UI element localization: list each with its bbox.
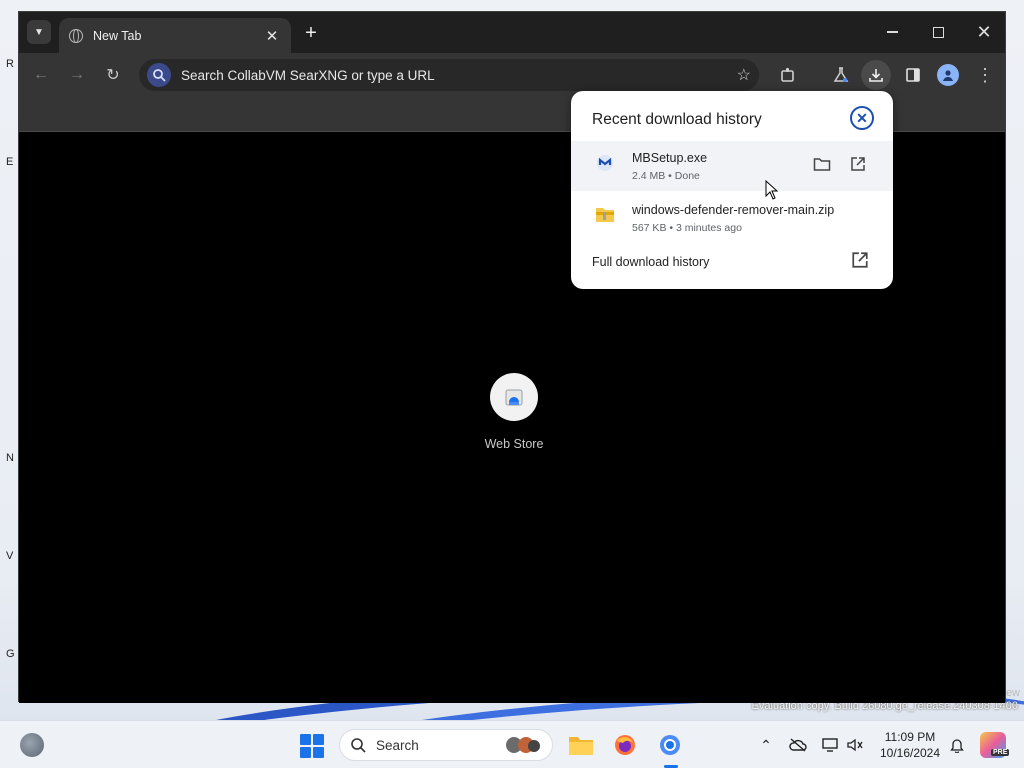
maximize-icon <box>932 26 944 38</box>
bookmark-star-icon[interactable]: ☆ <box>737 65 751 85</box>
profile-button[interactable] <box>936 63 960 87</box>
download-item[interactable]: MBSetup.exe 2.4 MB • Done <box>571 141 893 191</box>
side-panel-icon[interactable] <box>901 63 925 87</box>
system-clock[interactable]: 11:09 PM 10/16/2024 <box>872 729 948 761</box>
download-file-name: windows-defender-remover-main.zip <box>632 203 835 217</box>
open-external-icon[interactable] <box>847 153 869 175</box>
clock-date: 10/16/2024 <box>879 746 941 760</box>
desktop-icon-label: R <box>6 58 14 70</box>
tab-new-tab[interactable]: New Tab ✕ <box>59 18 291 53</box>
search-engine-icon <box>147 63 171 87</box>
taskbar-search[interactable]: Search <box>339 729 553 761</box>
web-store-icon <box>490 373 538 421</box>
download-file-meta: 2.4 MB • Done <box>632 170 700 182</box>
notification-bell-icon[interactable] <box>947 735 967 755</box>
start-windows-icon[interactable] <box>300 734 324 758</box>
chrome-icon[interactable] <box>656 731 684 759</box>
minimize-button[interactable] <box>869 18 915 46</box>
file-explorer-icon[interactable] <box>567 731 595 759</box>
shortcut-web-store[interactable]: Web Store <box>479 373 549 451</box>
open-external-icon[interactable] <box>851 251 873 273</box>
chevron-up-icon[interactable]: ⌃ <box>756 735 776 755</box>
full-download-history-link[interactable]: Full download history <box>592 255 709 269</box>
address-bar[interactable]: Search CollabVM SearXNG or type a URL ☆ <box>139 59 759 91</box>
tab-close-icon[interactable]: ✕ <box>263 27 281 45</box>
download-file-name: MBSetup.exe <box>632 151 708 165</box>
tab-strip: ▼ New Tab ✕ + ✕ <box>19 12 1005 53</box>
desktop-icon-label: G <box>6 648 15 660</box>
download-history-popup: Recent download history ✕ MBSetup.exe 2.… <box>571 91 893 289</box>
forward-arrow-icon[interactable]: → <box>65 63 89 87</box>
maximize-button[interactable] <box>915 18 961 46</box>
malwarebytes-icon <box>595 153 615 173</box>
download-item[interactable]: windows-defender-remover-main.zip 567 KB… <box>571 193 893 243</box>
firefox-icon[interactable] <box>611 731 639 759</box>
tab-search-chevron-icon[interactable]: ▼ <box>27 20 51 44</box>
close-window-icon[interactable]: ✕ <box>961 18 1007 46</box>
desktop-icon-label: N <box>6 452 14 464</box>
globe-icon <box>69 28 83 43</box>
close-circle-icon[interactable]: ✕ <box>850 106 874 130</box>
profile-avatar-icon <box>937 64 959 86</box>
cloud-off-icon[interactable] <box>788 735 808 755</box>
shortcut-label: Web Store <box>484 437 544 451</box>
search-icon <box>351 738 366 753</box>
download-file-meta: 567 KB • 3 minutes ago <box>632 222 742 234</box>
taskbar-search-label: Search <box>376 737 419 753</box>
desktop-icon-label: V <box>6 550 14 562</box>
desktop-icons-edge: R E N V G <box>0 40 18 680</box>
zip-folder-icon <box>595 205 615 225</box>
tab-title: New Tab <box>93 28 142 43</box>
folder-icon[interactable] <box>811 153 833 175</box>
minimize-icon <box>886 31 898 33</box>
menu-kebab-icon[interactable]: ⋮ <box>973 63 997 87</box>
taskbar: Search ⌃ 11:09 PM 10/16/2024 PRE <box>0 720 1024 768</box>
network-monitor-icon[interactable] <box>820 735 840 755</box>
mouse-cursor-icon <box>765 179 779 200</box>
widgets-icon[interactable] <box>20 733 44 757</box>
copilot-preview-badge: PRE <box>991 749 1010 756</box>
clock-time: 11:09 PM <box>884 730 936 744</box>
desktop-icon-label: E <box>6 156 14 168</box>
extensions-puzzle-icon[interactable] <box>776 63 800 87</box>
search-highlight-icon <box>506 737 540 753</box>
downloads-button[interactable] <box>861 60 891 90</box>
address-bar-placeholder: Search CollabVM SearXNG or type a URL <box>181 67 435 83</box>
download-popup-title: Recent download history <box>592 111 762 128</box>
watermark-tail: ew <box>1005 687 1020 699</box>
reload-icon[interactable]: ↻ <box>101 63 125 87</box>
back-arrow-icon[interactable]: ← <box>29 63 53 87</box>
new-tab-plus-icon[interactable]: + <box>299 21 323 45</box>
volume-muted-icon[interactable] <box>845 735 865 755</box>
labs-flask-icon[interactable] <box>829 63 853 87</box>
